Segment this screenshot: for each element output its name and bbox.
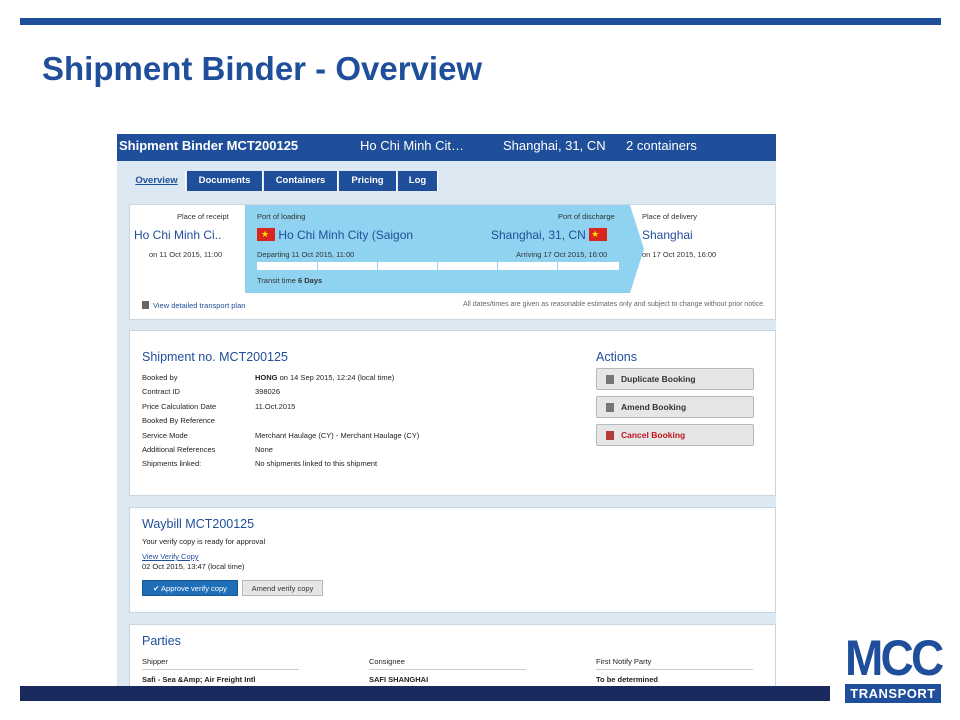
timeline-tick <box>437 262 438 270</box>
document-icon <box>142 301 149 309</box>
slide-title: Shipment Binder - Overview <box>42 50 483 87</box>
duplicate-booking-label: Duplicate Booking <box>621 374 696 384</box>
shipment-title: Shipment no. MCT200125 <box>142 350 288 364</box>
detail-value: HONG on 14 Sep 2015, 12:24 (local time) <box>255 373 394 382</box>
china-flag-icon: ★ <box>589 228 608 241</box>
delivery-date: on 17 Oct 2015, 16:00 <box>642 250 717 259</box>
detail-key: Shipments linked: <box>142 459 202 468</box>
timeline-tick <box>557 262 558 270</box>
logo-transport: TRANSPORT <box>845 684 941 703</box>
logo-mcc: MCC <box>845 630 944 686</box>
edit-icon <box>606 403 614 412</box>
loading-label: Port of loading <box>257 212 306 221</box>
tab-pricing[interactable]: Pricing <box>339 171 397 191</box>
shipper-value: Safi - Sea &Amp; Air Freight Intl <box>142 675 256 684</box>
divider <box>369 669 526 670</box>
tab-documents[interactable]: Documents <box>187 171 263 191</box>
detail-key: Additional References <box>142 445 216 454</box>
detail-key: Contract ID <box>142 387 180 396</box>
estimate-disclaimer: All dates/times are given as reasonable … <box>463 301 765 308</box>
tab-log[interactable]: Log <box>398 171 438 191</box>
detail-key: Booked By Reference <box>142 416 215 425</box>
mcc-transport-logo: MCC TRANSPORT <box>845 630 944 704</box>
header-destination: Shanghai, 31, CN <box>503 138 606 153</box>
duplicate-icon <box>606 375 614 384</box>
parties-title: Parties <box>142 634 181 648</box>
discharge-label: Port of discharge <box>558 212 615 221</box>
header-containers: 2 containers <box>626 138 697 153</box>
booked-by-user: HONG <box>255 373 278 382</box>
detail-value: 398026 <box>255 387 281 396</box>
delivery-label: Place of delivery <box>642 212 698 221</box>
booked-on: on 14 Sep 2015, 12:24 (local time) <box>277 373 395 382</box>
shipper-label: Shipper <box>142 657 168 666</box>
receipt-city: Ho Chi Minh Ci.. <box>134 228 222 242</box>
place-of-receipt: Place of receipt Ho Chi Minh Ci.. on 11 … <box>130 205 245 293</box>
notify-party-value: To be determined <box>596 675 658 684</box>
transit-timeline <box>257 262 619 270</box>
detail-key: Price Calculation Date <box>142 402 217 411</box>
place-of-delivery: Place of delivery Shanghai on 17 Oct 201… <box>642 205 776 293</box>
waybill-panel: Waybill MCT200125 Your verify copy is re… <box>129 507 776 613</box>
detail-value: None <box>255 445 273 454</box>
timeline-tick <box>317 262 318 270</box>
top-rule <box>20 18 941 25</box>
departure-date: Departing 11 Oct 2015, 11:00 <box>257 250 355 259</box>
app-screenshot: Shipment Binder MCT200125 Ho Chi Minh Ci… <box>117 134 776 686</box>
port-leg: Port of loading Port of discharge ★ Ho C… <box>245 205 630 293</box>
discharge-city-name: Shanghai, 31, CN <box>491 228 586 242</box>
arrival-date: Arriving 17 Oct 2015, 16:00 <box>516 250 608 259</box>
transit-label: Transit time <box>257 276 296 285</box>
header-origin: Ho Chi Minh Cit… <box>360 138 465 153</box>
parties-panel: Parties Shipper Safi - Sea &Amp; Air Fre… <box>129 624 776 686</box>
detail-value: No shipments linked to this shipment <box>255 459 378 468</box>
shipment-panel: Shipment no. MCT200125 Booked by HONG on … <box>129 330 776 496</box>
delivery-city: Shanghai <box>642 228 693 242</box>
timeline-tick <box>497 262 498 270</box>
waybill-title: Waybill MCT200125 <box>142 517 255 531</box>
verify-copy-date: 02 Oct 2015, 13:47 (local time) <box>142 562 245 571</box>
timeline-tick <box>377 262 378 270</box>
transport-plan-link[interactable]: View detailed transport plan <box>142 301 245 310</box>
cancel-booking-button[interactable]: Cancel Booking <box>596 424 754 446</box>
duplicate-booking-button[interactable]: Duplicate Booking <box>596 368 754 390</box>
divider <box>596 669 753 670</box>
cancel-booking-label: Cancel Booking <box>621 430 686 440</box>
route-panel: Place of receipt Ho Chi Minh Ci.. on 11 … <box>129 204 776 320</box>
approve-verify-copy-button[interactable]: ✔ Approve verify copy <box>142 580 238 596</box>
transit-value: 6 Days <box>298 276 323 285</box>
divider <box>142 669 299 670</box>
discharge-city: Shanghai, 31, CN ★ <box>491 228 608 242</box>
amend-booking-button[interactable]: Amend Booking <box>596 396 754 418</box>
actions-title: Actions <box>596 350 637 364</box>
waybill-status: Your verify copy is ready for approval <box>142 537 266 546</box>
bottom-rule <box>20 686 830 701</box>
transit-time: Transit time 6 Days <box>257 276 322 285</box>
consignee-label: Consignee <box>369 657 405 666</box>
receipt-label: Place of receipt <box>177 212 229 221</box>
transport-plan-label: View detailed transport plan <box>153 301 246 310</box>
cancel-icon <box>606 431 614 440</box>
app-header: Shipment Binder MCT200125 Ho Chi Minh Ci… <box>117 134 776 161</box>
tab-containers[interactable]: Containers <box>264 171 338 191</box>
detail-key: Booked by <box>142 373 178 382</box>
detail-value: Merchant Haulage (CY) - Merchant Haulage… <box>255 431 420 440</box>
view-verify-copy-link[interactable]: View Verify Copy <box>142 552 199 561</box>
amend-verify-copy-button[interactable]: Amend verify copy <box>242 580 323 596</box>
detail-key: Service Mode <box>142 431 188 440</box>
slide: Shipment Binder - Overview Shipment Bind… <box>0 0 960 720</box>
consignee-value: SAFI SHANGHAI <box>369 675 429 684</box>
loading-city-name: Ho Chi Minh City (Saigon <box>278 228 414 242</box>
vietnam-flag-icon: ★ <box>257 228 275 241</box>
notify-party-label: First Notify Party <box>596 657 652 666</box>
loading-city: ★ Ho Chi Minh City (Saigon <box>257 228 413 242</box>
detail-value: 11.Oct.2015 <box>255 402 296 411</box>
amend-booking-label: Amend Booking <box>621 402 687 412</box>
tab-overview[interactable]: Overview <box>128 171 186 191</box>
receipt-date: on 11 Oct 2015, 11:00 <box>149 250 223 259</box>
binder-title: Shipment Binder MCT200125 <box>119 138 299 153</box>
